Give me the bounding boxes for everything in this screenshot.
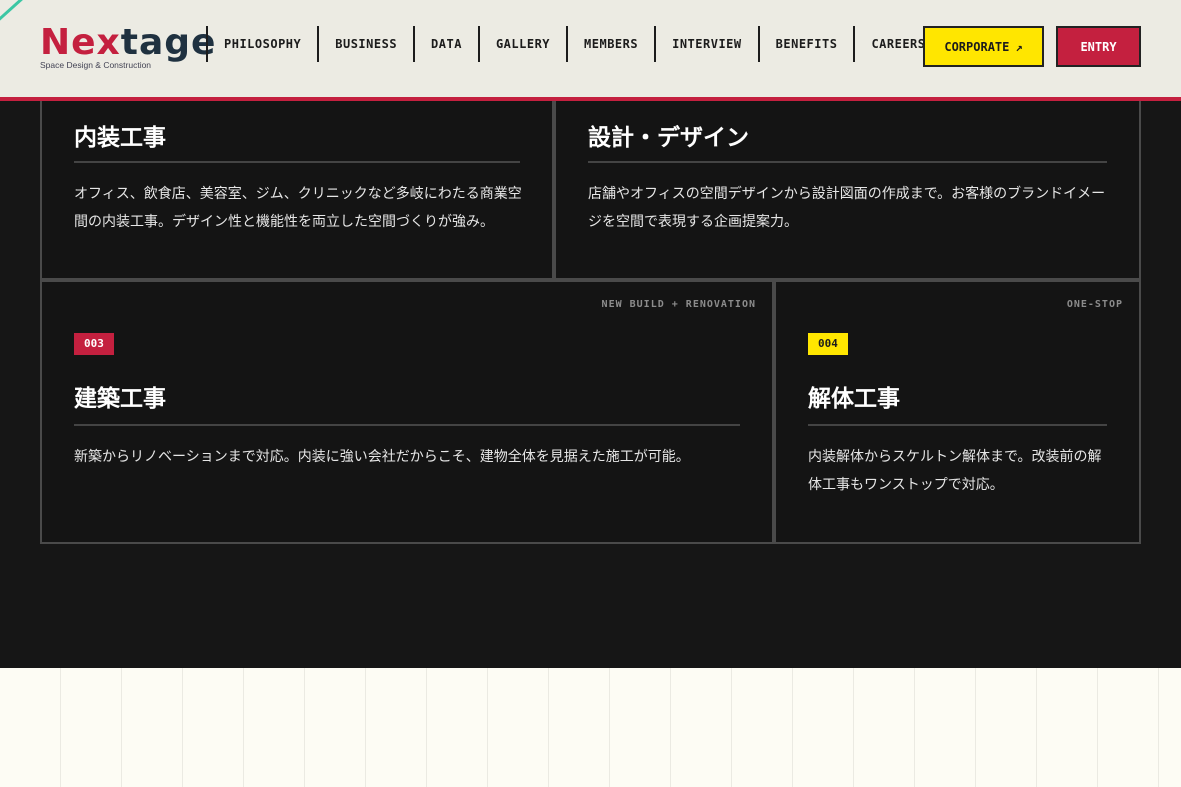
nav-philosophy[interactable]: PHILOSOPHY bbox=[208, 37, 317, 51]
divider bbox=[74, 161, 520, 163]
site-header: Nextage Space Design & Construction PHIL… bbox=[0, 0, 1181, 101]
service-title: 設計・デザイン bbox=[588, 125, 749, 151]
nav-members[interactable]: MEMBERS bbox=[568, 37, 654, 51]
nav-benefits[interactable]: BENEFITS bbox=[760, 37, 854, 51]
service-tag: ONE-STOP bbox=[1066, 299, 1123, 310]
service-title: 解体工事 bbox=[808, 386, 900, 412]
service-card-demolition: ONE-STOP 004 解体工事 内装解体からスケルトン解体まで。改装前の解体… bbox=[774, 280, 1141, 544]
service-tag: NEW BUILD + RENOVATION bbox=[601, 299, 756, 310]
service-number-badge: 003 bbox=[74, 333, 114, 355]
divider bbox=[588, 161, 1107, 163]
corporate-button[interactable]: CORPORATE ↗ bbox=[923, 26, 1044, 67]
logo-wordmark: Nextage bbox=[40, 22, 217, 63]
service-number-badge: 004 bbox=[808, 333, 848, 355]
corporate-label: CORPORATE bbox=[944, 39, 1010, 54]
service-description: 店舗やオフィスの空間デザインから設計図面の作成まで。お客様のブランドイメージを空… bbox=[588, 186, 1106, 230]
entry-button[interactable]: ENTRY bbox=[1056, 26, 1141, 67]
service-title: 内装工事 bbox=[74, 125, 166, 151]
nav-business[interactable]: BUSINESS bbox=[319, 37, 413, 51]
corner-accent-line bbox=[0, 0, 31, 25]
nav-interview[interactable]: INTERVIEW bbox=[656, 37, 758, 51]
main-nav: PHILOSOPHY BUSINESS DATA GALLERY MEMBERS… bbox=[206, 26, 942, 62]
service-description: オフィス、飲食店、美容室、ジム、クリニックなど多岐にわたる商業空間の内装工事。デ… bbox=[74, 186, 522, 230]
divider bbox=[74, 424, 740, 426]
service-title: 建築工事 bbox=[74, 386, 166, 412]
service-card-construction: NEW BUILD + RENOVATION 003 建築工事 新築からリノベー… bbox=[40, 280, 774, 544]
external-link-icon: ↗ bbox=[1015, 39, 1023, 54]
service-description: 内装解体からスケルトン解体まで。改装前の解体工事もワンストップで対応。 bbox=[808, 449, 1102, 493]
light-grid-section bbox=[0, 668, 1181, 787]
logo[interactable]: Nextage Space Design & Construction bbox=[40, 22, 217, 71]
service-description: 新築からリノベーションまで対応。内装に強い会社だからこそ、建物全体を見据えた施工… bbox=[74, 449, 690, 465]
nav-gallery[interactable]: GALLERY bbox=[480, 37, 566, 51]
divider bbox=[808, 424, 1107, 426]
nav-data[interactable]: DATA bbox=[415, 37, 478, 51]
